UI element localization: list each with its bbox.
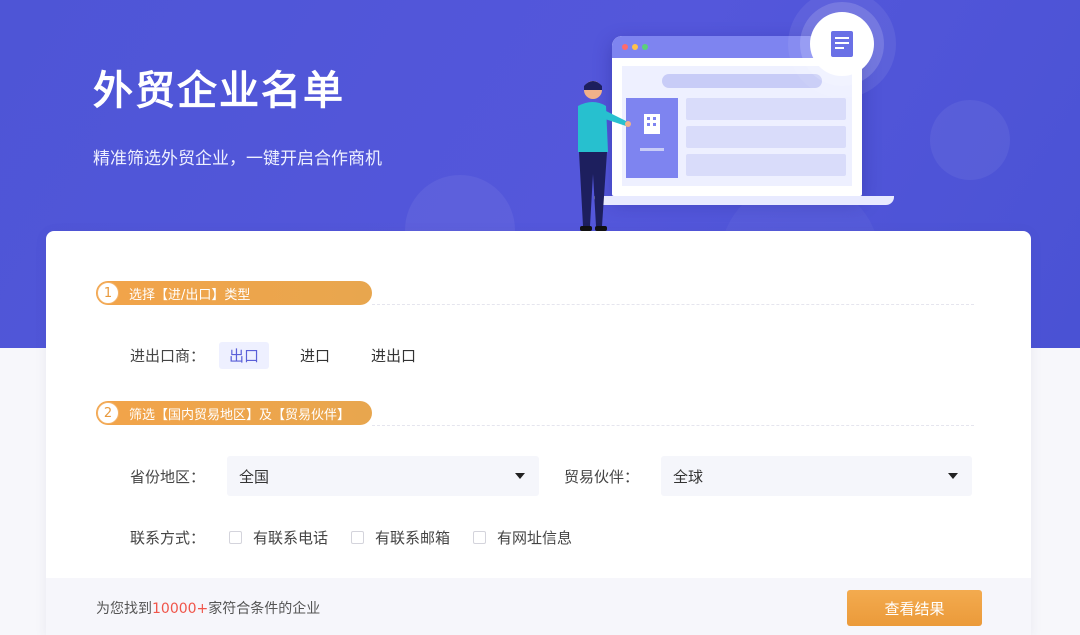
result-prefix: 为您找到 bbox=[96, 601, 152, 617]
checkbox-label: 有网址信息 bbox=[497, 529, 573, 547]
option-import-export[interactable]: 进出口 bbox=[361, 342, 426, 369]
region-value: 全国 bbox=[239, 467, 270, 486]
result-footer: 为您找到10000+家符合条件的企业 查看结果 bbox=[46, 578, 1031, 635]
laptop-base bbox=[594, 196, 894, 205]
view-results-button[interactable]: 查看结果 bbox=[847, 590, 982, 626]
person-illustration bbox=[578, 81, 631, 231]
region-label: 省份地区： bbox=[130, 468, 206, 486]
divider bbox=[372, 304, 974, 305]
result-suffix: 家符合条件的企业 bbox=[208, 601, 321, 617]
result-summary: 为您找到10000+家符合条件的企业 bbox=[96, 598, 320, 618]
step-label: 筛选【国内贸易地区】及【贸易伙伴】 bbox=[129, 407, 351, 423]
checkbox-label: 有联系邮箱 bbox=[375, 529, 451, 547]
step-label: 选择【进/出口】类型 bbox=[129, 287, 251, 303]
checkbox-website[interactable]: 有网址信息 bbox=[473, 527, 572, 548]
step-number: 2 bbox=[97, 402, 119, 424]
option-export[interactable]: 出口 bbox=[219, 342, 270, 369]
divider bbox=[372, 425, 974, 426]
decor-circle bbox=[930, 100, 1010, 180]
caret-down-icon bbox=[515, 473, 525, 479]
step-1-header: 1 选择【进/出口】类型 bbox=[96, 281, 372, 305]
contact-label: 联系方式： bbox=[130, 529, 206, 547]
partner-select[interactable]: 全球 bbox=[661, 456, 972, 496]
option-import[interactable]: 进口 bbox=[290, 342, 340, 369]
checkbox-box[interactable] bbox=[229, 531, 242, 544]
step-number: 1 bbox=[97, 282, 119, 304]
caret-down-icon bbox=[948, 473, 958, 479]
partner-value: 全球 bbox=[673, 467, 704, 486]
filter-card: 1 选择【进/出口】类型 进出口商： 出口 进口 进出口 2 筛选【国内贸易地区… bbox=[46, 231, 1031, 635]
checkbox-phone[interactable]: 有联系电话 bbox=[229, 527, 328, 548]
checkbox-label: 有联系电话 bbox=[253, 529, 329, 547]
document-icon bbox=[810, 12, 874, 76]
checkbox-box[interactable] bbox=[351, 531, 364, 544]
checkbox-box[interactable] bbox=[473, 531, 486, 544]
result-count: 10000+ bbox=[152, 601, 209, 617]
trade-type-label: 进出口商： bbox=[130, 347, 206, 365]
region-select[interactable]: 全国 bbox=[227, 456, 539, 496]
page-subtitle: 精准筛选外贸企业，一键开启合作商机 bbox=[93, 149, 382, 169]
step-2-header: 2 筛选【国内贸易地区】及【贸易伙伴】 bbox=[96, 401, 372, 425]
page-title: 外贸企业名单 bbox=[93, 68, 345, 114]
checkbox-email[interactable]: 有联系邮箱 bbox=[351, 527, 450, 548]
partner-label: 贸易伙伴： bbox=[564, 468, 640, 486]
